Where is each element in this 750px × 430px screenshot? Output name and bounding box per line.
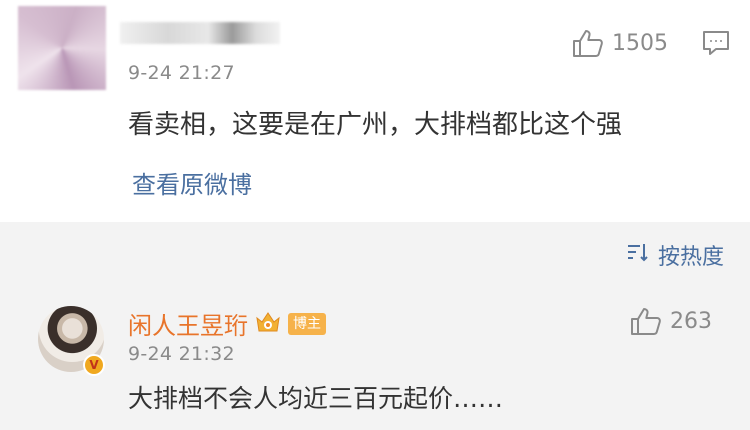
reply-comment-icon[interactable] [702,30,730,60]
verified-badge-icon: V [83,354,105,376]
comment-text: 大排档不会人均近三百元起价…… [128,384,504,413]
like-button[interactable]: 1505 [572,28,668,58]
host-badge: 博主 [288,312,326,335]
username-blurred[interactable] [120,22,280,44]
comment-time: 9-24 21:32 [128,343,235,365]
thumbs-up-icon [572,28,604,58]
sort-label: 按热度 [657,245,724,270]
comment-time: 9-24 21:27 [128,62,235,84]
comments-section: 按热度 V 闲人王昱珩 博主 263 9-24 21:32 大排档不会人均近三百… [0,222,750,430]
view-original-link[interactable]: 查看原微博 [132,165,252,200]
avatar-blurred[interactable] [18,6,106,90]
comment-text: 看卖相，这要是在广州，大排档都比这个强 [128,110,623,140]
comment-card-1: 1505 9-24 21:27 看卖相，这要是在广州，大排档都比这个强 查看原微… [0,0,750,222]
like-button[interactable]: 263 [630,306,712,336]
username[interactable]: 闲人王昱珩 [128,306,248,341]
sort-by-hot-button[interactable]: 按热度 [626,239,724,271]
like-count: 263 [670,308,712,334]
sort-icon [626,242,650,268]
like-count: 1505 [612,30,668,56]
thumbs-up-icon [630,306,662,336]
comment-header: 闲人王昱珩 博主 [128,306,326,341]
crown-member-icon [254,310,282,338]
